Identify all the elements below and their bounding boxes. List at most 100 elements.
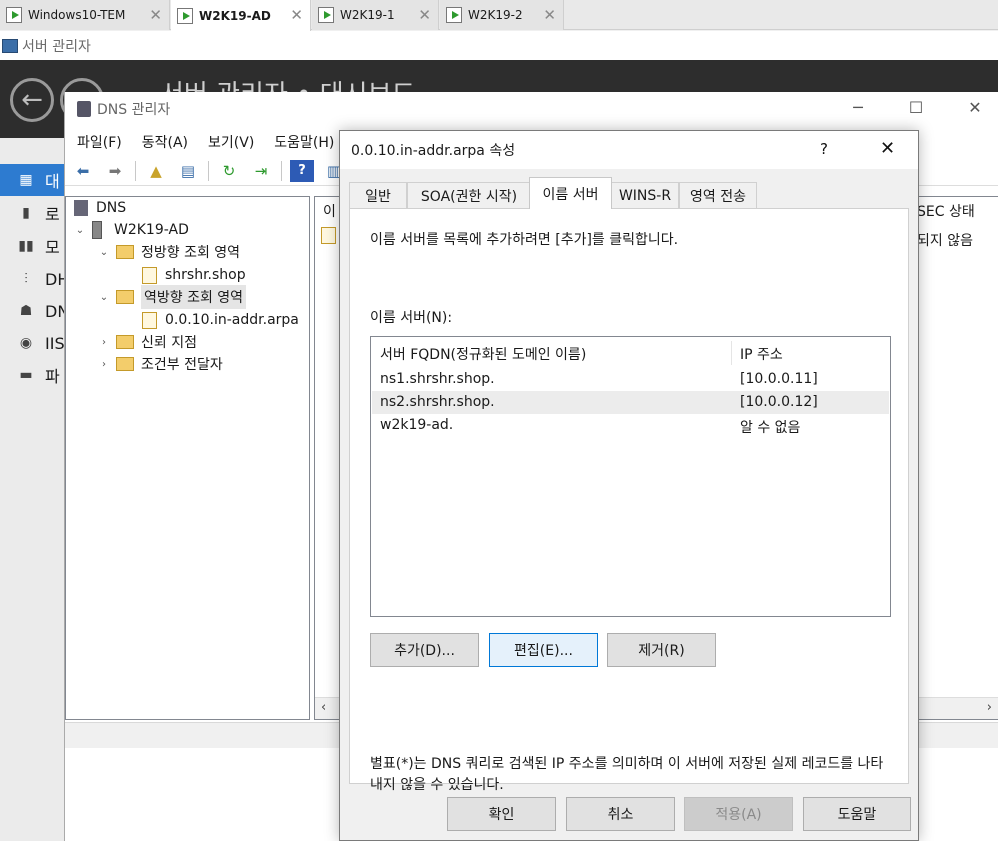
export-list-icon[interactable]: ⇥: [249, 160, 273, 182]
menu-action[interactable]: 동작(A): [142, 132, 188, 152]
nav-all-servers[interactable]: ▮▮ 모: [0, 230, 64, 262]
forward-icon[interactable]: ➡: [103, 160, 127, 182]
file-services-icon: ▬: [19, 367, 33, 383]
tab-label: 이름 서버: [542, 186, 599, 203]
help-button[interactable]: ?: [820, 140, 828, 158]
collapse-icon[interactable]: ⌄: [96, 247, 112, 258]
tab-zone-transfers[interactable]: 영역 전송: [679, 182, 757, 208]
nav-label: 파: [45, 367, 60, 386]
add-button[interactable]: 추가(D)...: [370, 633, 479, 667]
vm-running-icon: [446, 7, 462, 23]
back-arrow-icon[interactable]: ←: [10, 78, 54, 122]
vm-running-icon: [177, 7, 193, 24]
edit-button[interactable]: 편집(E)...: [489, 633, 598, 667]
tab-wins-r[interactable]: WINS-R: [611, 182, 679, 208]
nav-label: 로: [45, 205, 60, 224]
nav-local-server[interactable]: ▮ 로: [0, 197, 64, 229]
button-label: 취소: [607, 807, 634, 823]
name-servers-list[interactable]: 서버 FQDN(정규화된 도메인 이름) IP 주소 ns1.shrshr.sh…: [370, 336, 891, 617]
back-icon[interactable]: ⬅: [71, 160, 95, 182]
name-servers-label: 이름 서버(N):: [370, 310, 453, 326]
column-divider[interactable]: [731, 341, 732, 365]
nav-dns[interactable]: ☗ DN: [0, 295, 70, 327]
vm-tab-w2k19-2[interactable]: W2K19-2 ✕: [440, 0, 564, 30]
nav-dhcp[interactable]: ⫶ DH: [0, 263, 69, 295]
tab-general[interactable]: 일반: [349, 182, 407, 208]
scroll-right-icon[interactable]: ›: [987, 700, 992, 715]
tab-soa[interactable]: SOA(권한 시작): [407, 182, 531, 208]
zone-properties-dialog: 0.0.10.in-addr.arpa 속성 ? ✕ 일반 SOA(권한 시작)…: [339, 130, 919, 841]
tree-conditional-forwarders[interactable]: › 조건부 전달자: [96, 353, 223, 375]
list-row[interactable]: ns2.shrshr.shop. [10.0.0.12]: [372, 391, 889, 414]
tree-server[interactable]: ⌄ W2K19-AD: [72, 219, 189, 241]
cancel-button[interactable]: 취소: [566, 797, 675, 831]
menu-help[interactable]: 도움말(H): [274, 132, 334, 152]
vm-tab-bar: Windows10-TEM ✕ W2K19-AD ✕ W2K19-1 ✕ W2K…: [0, 0, 998, 31]
vm-tab-w2k19-1[interactable]: W2K19-1 ✕: [312, 0, 439, 30]
up-folder-icon[interactable]: ▲: [144, 160, 168, 182]
close-icon[interactable]: ✕: [543, 6, 556, 24]
column-header-fqdn[interactable]: 서버 FQDN(정규화된 도메인 이름): [380, 340, 586, 368]
list-row[interactable]: w2k19-ad. 알 수 없음: [372, 414, 889, 437]
maximize-icon[interactable]: ☐: [901, 98, 931, 117]
close-icon[interactable]: ✕: [290, 6, 303, 24]
button-label: 추가(D)...: [394, 643, 455, 659]
tree-trust-points[interactable]: › 신뢰 지점: [96, 331, 197, 353]
zone-icon: [142, 311, 157, 329]
column-header-label: 서버 FQDN(정규화된 도메인 이름): [380, 347, 587, 363]
toolbar-separator: [135, 160, 136, 181]
tree-forward-zone[interactable]: shrshr.shop: [142, 264, 246, 286]
vm-running-icon: [6, 7, 22, 23]
tree-forward-lookup[interactable]: ⌄ 정방향 조회 영역: [96, 241, 240, 263]
nav-dashboard[interactable]: ▦ 대: [0, 164, 64, 196]
refresh-icon[interactable]: ↻: [217, 160, 241, 182]
list-row[interactable]: ns1.shrshr.shop. [10.0.0.11]: [372, 368, 889, 391]
dns-manager-title: DNS 관리자: [97, 102, 171, 118]
vm-tab-windows10[interactable]: Windows10-TEM ✕: [0, 0, 170, 30]
zone-icon: [142, 266, 157, 284]
help-icon[interactable]: ?: [290, 159, 314, 182]
expand-icon[interactable]: ›: [96, 359, 112, 370]
tree-label: 역방향 조회 영역: [141, 285, 247, 309]
help-footer-button[interactable]: 도움말: [803, 797, 911, 831]
tree-dns-root[interactable]: DNS: [74, 197, 126, 219]
apply-button[interactable]: 적용(A): [684, 797, 793, 831]
menu-view[interactable]: 보기(V): [208, 132, 254, 152]
tree-label: 조건부 전달자: [141, 357, 223, 373]
nav-file-services[interactable]: ▬ 파: [0, 359, 64, 391]
column-header[interactable]: 이: [323, 201, 336, 221]
dhcp-icon: ⫶: [24, 271, 28, 287]
close-icon[interactable]: ✕: [149, 6, 162, 24]
scroll-left-icon[interactable]: ‹: [321, 700, 326, 715]
dns-icon: [74, 200, 88, 216]
row-fqdn: ns2.shrshr.shop.: [380, 394, 495, 410]
close-icon[interactable]: ✕: [880, 138, 895, 159]
vm-tab-label: W2K19-2: [468, 8, 523, 22]
menu-file[interactable]: 파일(F): [77, 132, 122, 152]
row-ip: [10.0.0.12]: [740, 394, 818, 410]
tree-reverse-lookup[interactable]: ⌄ 역방향 조회 영역: [96, 285, 247, 309]
tree-reverse-zone[interactable]: 0.0.10.in-addr.arpa: [142, 309, 299, 331]
close-icon[interactable]: ✕: [418, 6, 431, 24]
collapse-icon[interactable]: ⌄: [96, 292, 112, 303]
vm-tab-label: W2K19-1: [340, 8, 395, 22]
button-label: 도움말: [837, 807, 877, 823]
dns-manager-icon: [77, 101, 91, 117]
column-header[interactable]: SEC 상태: [917, 201, 975, 221]
remove-button[interactable]: 제거(R): [607, 633, 716, 667]
tree-label: 신뢰 지점: [141, 335, 197, 351]
minimize-icon[interactable]: ─: [843, 98, 873, 117]
show-hide-tree-icon[interactable]: ▤: [176, 160, 200, 182]
tab-name-servers[interactable]: 이름 서버: [529, 177, 612, 209]
collapse-icon[interactable]: ⌄: [72, 225, 88, 236]
ok-button[interactable]: 확인: [447, 797, 556, 831]
dns-manager-titlebar: DNS 관리자 ─ ☐ ✕: [65, 92, 998, 126]
nav-iis[interactable]: ◉ IIS: [0, 327, 65, 359]
close-icon[interactable]: ✕: [960, 98, 990, 117]
vm-tab-label: W2K19-AD: [199, 8, 271, 23]
column-header-ip[interactable]: IP 주소: [740, 340, 783, 368]
tab-label: 영역 전송: [690, 188, 746, 205]
folder-icon: [116, 335, 134, 349]
vm-tab-w2k19-ad[interactable]: W2K19-AD ✕: [171, 0, 311, 31]
expand-icon[interactable]: ›: [96, 337, 112, 348]
